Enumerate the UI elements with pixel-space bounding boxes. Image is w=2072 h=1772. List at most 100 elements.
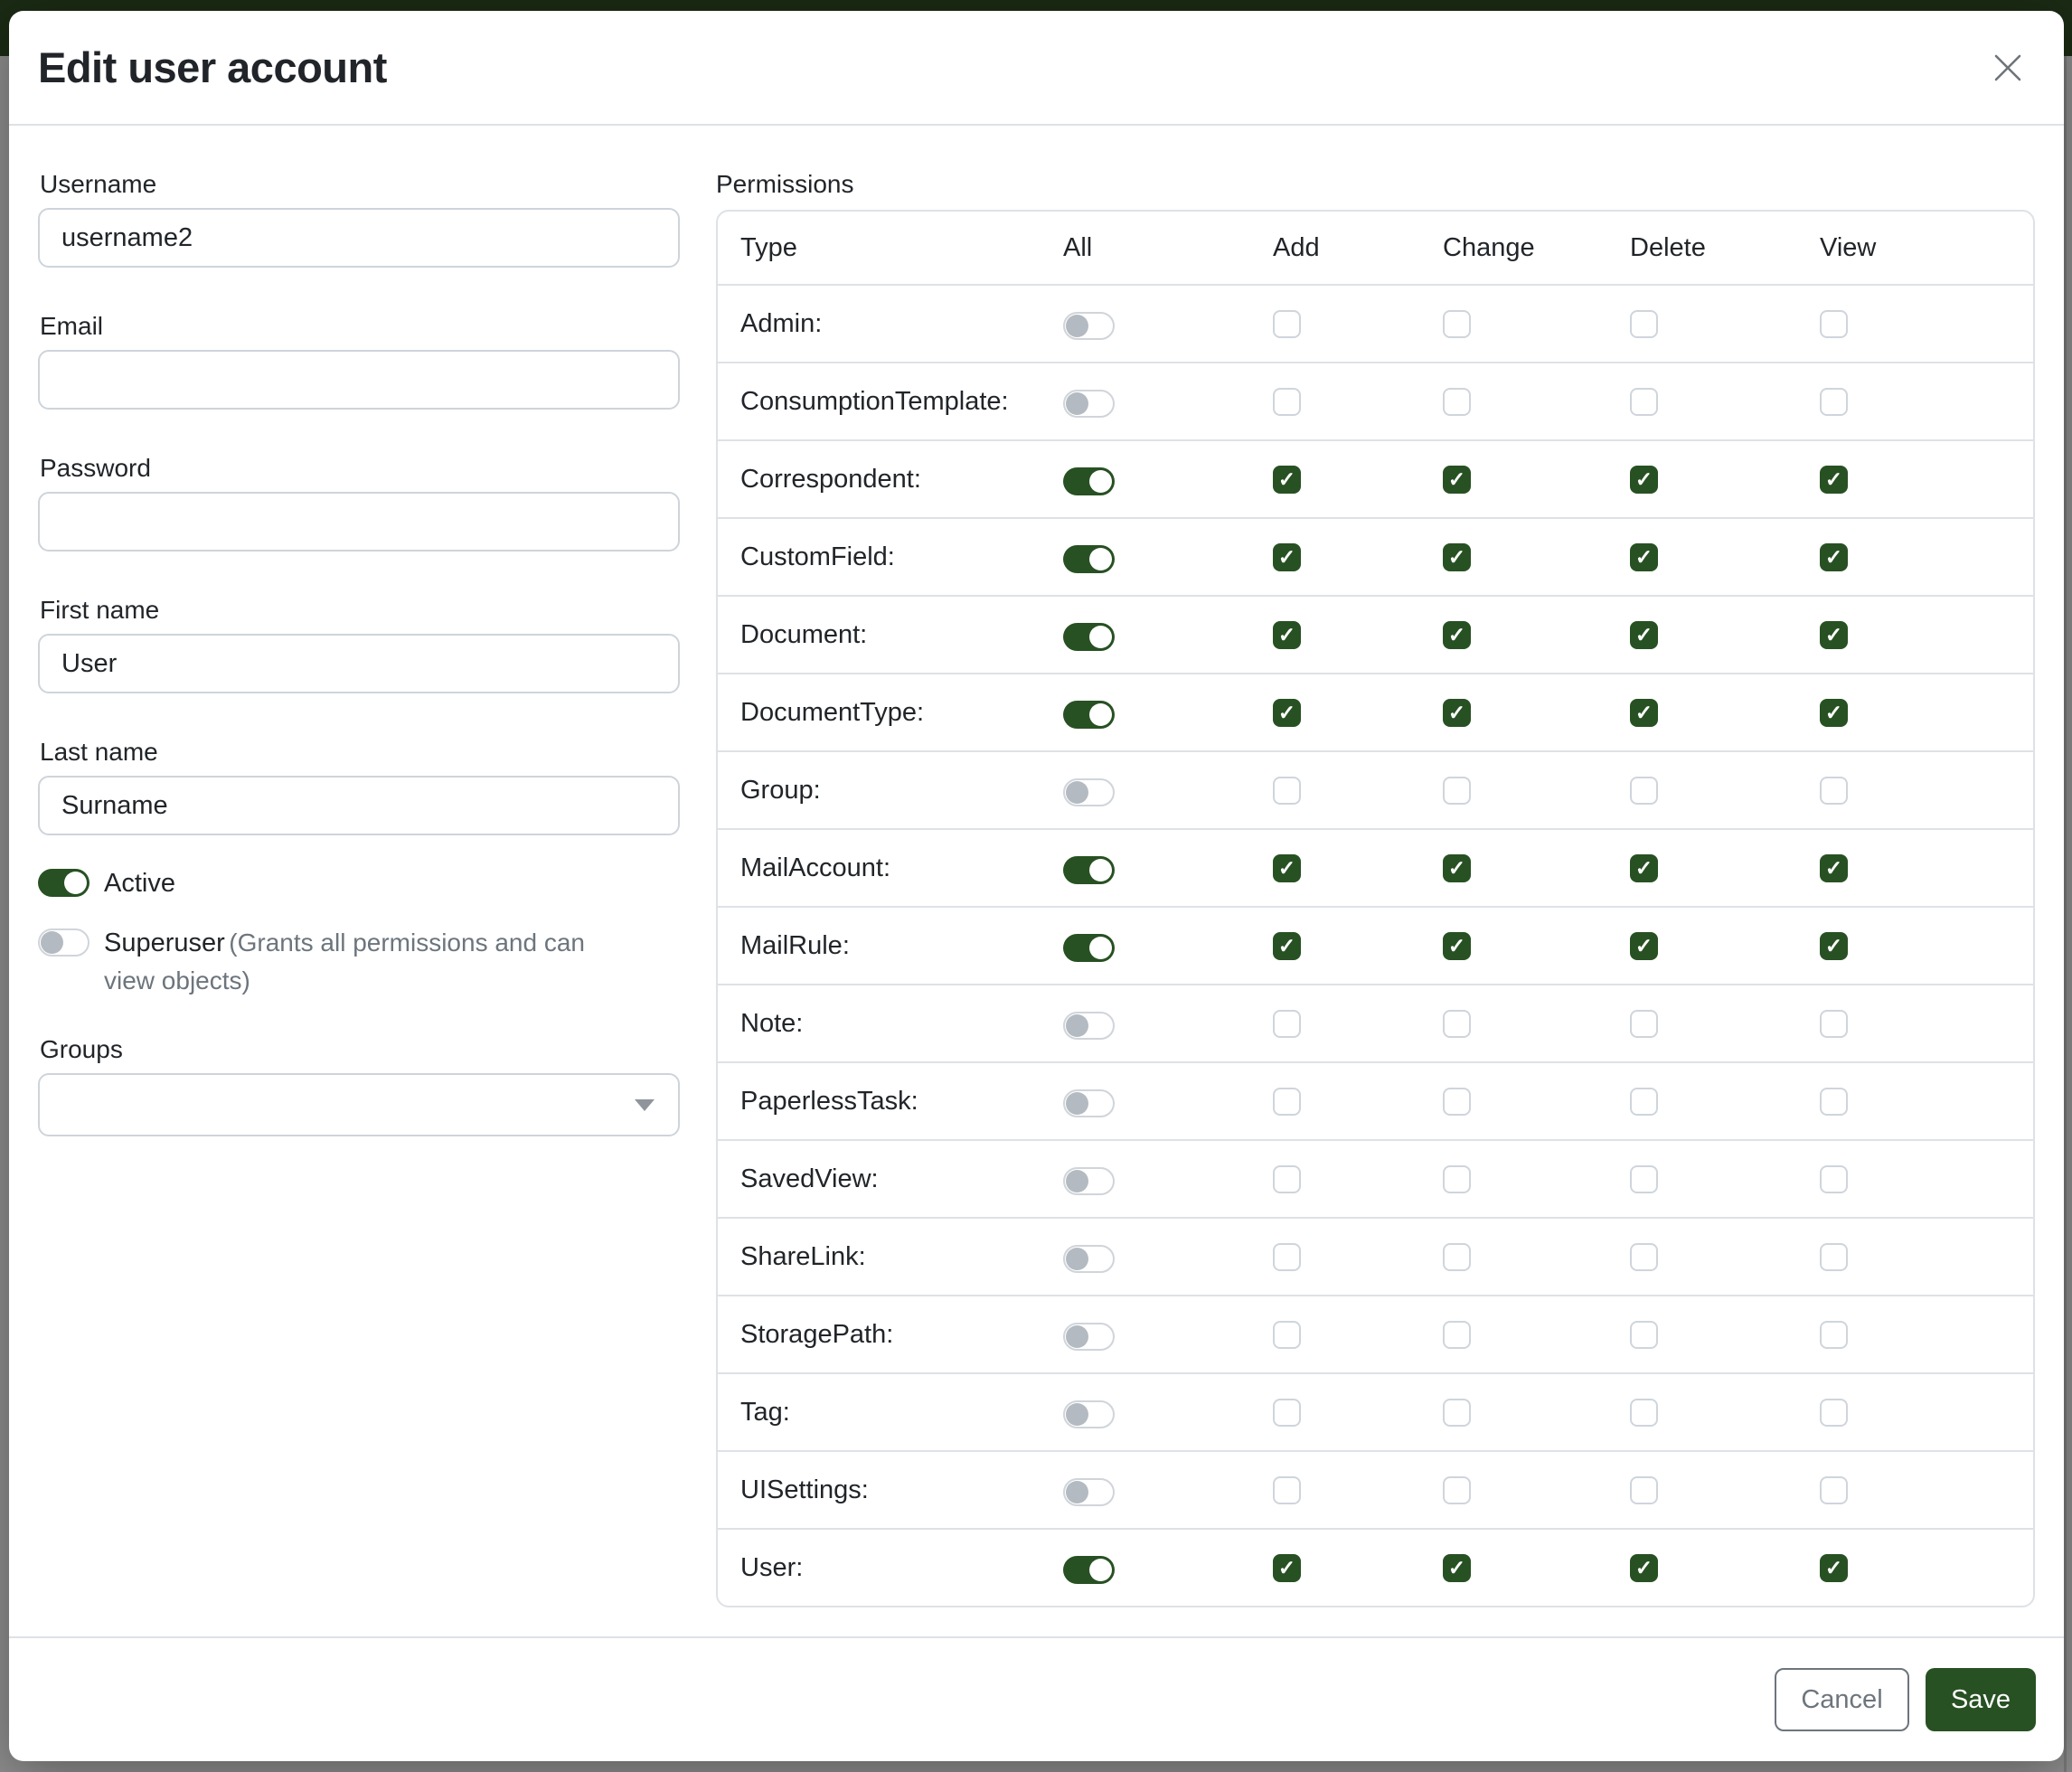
perm-delete-checkbox[interactable] [1630, 1010, 1658, 1038]
perm-all-toggle[interactable] [1063, 701, 1115, 729]
save-button[interactable]: Save [1926, 1668, 2036, 1731]
perm-all-toggle[interactable] [1063, 934, 1115, 962]
perm-delete-checkbox[interactable]: ✓ [1630, 854, 1658, 882]
perm-add-checkbox[interactable]: ✓ [1273, 932, 1301, 960]
perm-delete-checkbox[interactable] [1630, 388, 1658, 416]
perm-all-toggle[interactable] [1063, 1245, 1115, 1273]
perm-view-checkbox[interactable] [1820, 1088, 1848, 1116]
perm-delete-checkbox[interactable] [1630, 777, 1658, 805]
perm-change-checkbox[interactable] [1443, 1399, 1471, 1427]
perm-view-checkbox[interactable] [1820, 1243, 1848, 1271]
perm-view-checkbox[interactable] [1820, 1165, 1848, 1193]
perm-change-checkbox[interactable] [1443, 1321, 1471, 1349]
perm-view-checkbox[interactable] [1820, 310, 1848, 338]
permission-row: ConsumptionTemplate: [718, 362, 2033, 439]
perm-delete-checkbox[interactable]: ✓ [1630, 466, 1658, 494]
groups-select[interactable] [38, 1073, 680, 1136]
perm-all-toggle[interactable] [1063, 1323, 1115, 1351]
perm-all-toggle[interactable] [1063, 1089, 1115, 1117]
perm-change-checkbox[interactable]: ✓ [1443, 621, 1471, 649]
perm-add-checkbox[interactable] [1273, 310, 1301, 338]
perm-view-checkbox[interactable] [1820, 1399, 1848, 1427]
perm-add-checkbox[interactable]: ✓ [1273, 1554, 1301, 1582]
perm-all-toggle[interactable] [1063, 1400, 1115, 1428]
last-name-field[interactable] [38, 776, 680, 835]
perm-change-checkbox[interactable]: ✓ [1443, 854, 1471, 882]
active-toggle[interactable] [38, 869, 89, 897]
superuser-toggle[interactable] [38, 928, 89, 957]
perm-all-toggle[interactable] [1063, 623, 1115, 651]
perm-change-checkbox[interactable] [1443, 1088, 1471, 1116]
perm-add-checkbox[interactable] [1273, 1010, 1301, 1038]
perm-view-checkbox[interactable]: ✓ [1820, 466, 1848, 494]
perm-view-checkbox[interactable] [1820, 1321, 1848, 1349]
username-field[interactable] [38, 208, 680, 268]
perm-view-checkbox[interactable]: ✓ [1820, 1554, 1848, 1582]
perm-change-checkbox[interactable]: ✓ [1443, 543, 1471, 571]
perm-change-checkbox[interactable] [1443, 1165, 1471, 1193]
perm-delete-checkbox[interactable]: ✓ [1630, 932, 1658, 960]
perm-delete-checkbox[interactable]: ✓ [1630, 543, 1658, 571]
perm-view-checkbox[interactable]: ✓ [1820, 932, 1848, 960]
perm-view-checkbox[interactable] [1820, 1010, 1848, 1038]
perm-change-checkbox[interactable] [1443, 1243, 1471, 1271]
perm-delete-checkbox[interactable] [1630, 1165, 1658, 1193]
perm-view-checkbox[interactable]: ✓ [1820, 854, 1848, 882]
perm-all-toggle[interactable] [1063, 778, 1115, 806]
perm-add-checkbox[interactable] [1273, 1321, 1301, 1349]
perm-change-checkbox[interactable]: ✓ [1443, 1554, 1471, 1582]
perm-delete-checkbox[interactable] [1630, 310, 1658, 338]
perm-add-checkbox[interactable] [1273, 1088, 1301, 1116]
perm-all-toggle[interactable] [1063, 1556, 1115, 1584]
perm-add-checkbox[interactable] [1273, 777, 1301, 805]
perm-add-checkbox[interactable] [1273, 1399, 1301, 1427]
perm-change-checkbox[interactable] [1443, 388, 1471, 416]
perm-delete-checkbox[interactable]: ✓ [1630, 699, 1658, 727]
perm-all-toggle[interactable] [1063, 390, 1115, 418]
perm-change-checkbox[interactable] [1443, 1476, 1471, 1504]
perm-all-toggle[interactable] [1063, 1478, 1115, 1506]
cancel-button[interactable]: Cancel [1775, 1668, 1909, 1731]
perm-add-checkbox[interactable]: ✓ [1273, 699, 1301, 727]
perm-delete-checkbox[interactable]: ✓ [1630, 621, 1658, 649]
perm-view-checkbox[interactable]: ✓ [1820, 543, 1848, 571]
perm-change-checkbox[interactable]: ✓ [1443, 932, 1471, 960]
perm-add-checkbox[interactable] [1273, 1476, 1301, 1504]
perm-delete-checkbox[interactable]: ✓ [1630, 1554, 1658, 1582]
perm-all-toggle[interactable] [1063, 467, 1115, 495]
page-scrollbar[interactable] [2064, 56, 2067, 1772]
perm-add-checkbox[interactable]: ✓ [1273, 621, 1301, 649]
perm-change-checkbox[interactable] [1443, 1010, 1471, 1038]
permissions-section: Permissions TypeAllAddChangeDeleteView A… [716, 167, 2035, 1636]
modal-header: Edit user account [9, 11, 2064, 126]
perm-view-checkbox[interactable] [1820, 777, 1848, 805]
first-name-field[interactable] [38, 634, 680, 693]
perm-view-checkbox[interactable]: ✓ [1820, 621, 1848, 649]
perm-delete-checkbox[interactable] [1630, 1476, 1658, 1504]
perm-change-checkbox[interactable]: ✓ [1443, 699, 1471, 727]
perm-change-checkbox[interactable]: ✓ [1443, 466, 1471, 494]
email-field[interactable] [38, 350, 680, 410]
close-icon[interactable] [1988, 48, 2028, 88]
perm-view-checkbox[interactable] [1820, 1476, 1848, 1504]
perm-add-checkbox[interactable] [1273, 1165, 1301, 1193]
perm-delete-checkbox[interactable] [1630, 1243, 1658, 1271]
perm-all-toggle[interactable] [1063, 545, 1115, 573]
perm-delete-checkbox[interactable] [1630, 1321, 1658, 1349]
perm-delete-checkbox[interactable] [1630, 1399, 1658, 1427]
perm-all-toggle[interactable] [1063, 1167, 1115, 1195]
perm-all-toggle[interactable] [1063, 312, 1115, 340]
perm-add-checkbox[interactable]: ✓ [1273, 543, 1301, 571]
perm-delete-checkbox[interactable] [1630, 1088, 1658, 1116]
password-field[interactable] [38, 492, 680, 551]
perm-view-checkbox[interactable] [1820, 388, 1848, 416]
perm-add-checkbox[interactable]: ✓ [1273, 854, 1301, 882]
perm-add-checkbox[interactable] [1273, 388, 1301, 416]
perm-change-checkbox[interactable] [1443, 310, 1471, 338]
perm-all-toggle[interactable] [1063, 856, 1115, 884]
perm-add-checkbox[interactable] [1273, 1243, 1301, 1271]
perm-view-checkbox[interactable]: ✓ [1820, 699, 1848, 727]
perm-add-checkbox[interactable]: ✓ [1273, 466, 1301, 494]
perm-all-toggle[interactable] [1063, 1012, 1115, 1040]
perm-change-checkbox[interactable] [1443, 777, 1471, 805]
